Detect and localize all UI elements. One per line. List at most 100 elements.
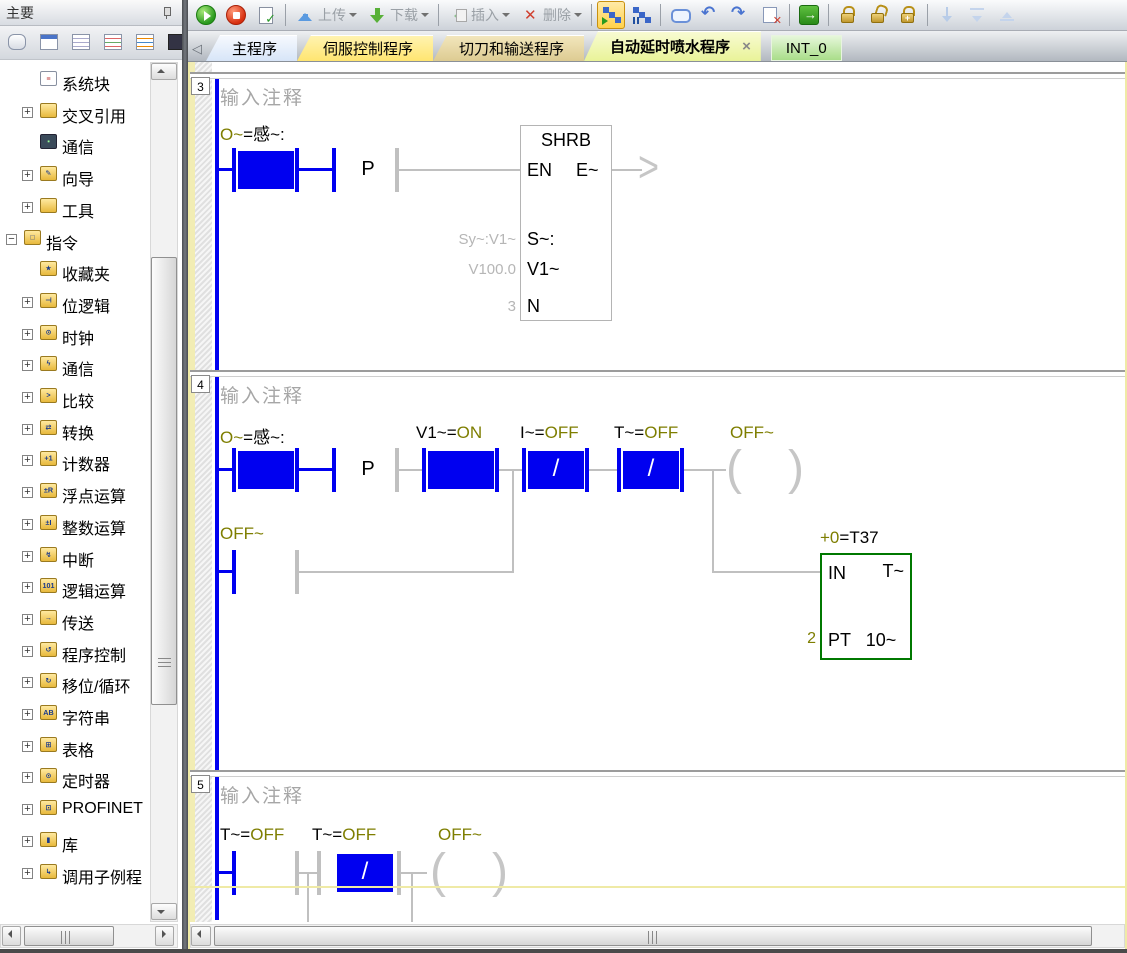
expand-icon[interactable]: + [22,582,33,593]
network-comment[interactable]: 输入注释 [220,381,304,408]
dropdown-arrow-icon[interactable] [349,13,357,21]
expand-icon[interactable]: + [22,487,33,498]
pin-icon[interactable] [162,7,172,19]
expand-icon[interactable]: + [22,836,33,847]
sidebar-item-cross-reference[interactable]: +交叉引用 [0,98,151,129]
contact-bar[interactable] [617,448,621,492]
network-number[interactable]: 5 [191,775,210,793]
run-button[interactable] [192,1,220,29]
sidebar-item-instructions[interactable]: −□指令 [0,225,151,256]
contact-bar[interactable] [332,148,336,192]
pause-program-status-button[interactable] [627,1,655,29]
tree-scroll-left-button[interactable] [2,926,21,946]
sidebar-item-communication[interactable]: ▪通信 [0,129,151,160]
expand-icon[interactable]: + [22,646,33,657]
sidebar-item-system-block[interactable]: ≡系统块 [0,66,151,97]
expand-icon[interactable]: + [22,329,33,340]
tab-cutter-conveyor[interactable]: 切刀和输送程序 [433,35,584,61]
editor-scroll-left-button[interactable] [191,926,211,946]
network-comment[interactable]: 输入注释 [220,83,304,110]
contact-bar[interactable] [422,448,426,492]
sidebar-item-clock[interactable]: +⊙时钟 [0,320,151,351]
tree-hscroll-thumb[interactable] [24,926,114,946]
network-comment[interactable]: 输入注释 [220,781,304,808]
contact-bar[interactable] [522,448,526,492]
expand-icon[interactable]: + [22,519,33,530]
sidebar-item-bit-logic[interactable]: +⊣位逻辑 [0,288,151,319]
no-contact[interactable] [238,151,294,189]
sidebar-item-string[interactable]: +AB字符串 [0,700,151,731]
expand-icon[interactable]: + [22,424,33,435]
close-tab-icon[interactable]: × [742,38,751,55]
tab-scroll-left-icon[interactable]: ◁ [188,37,206,61]
expand-icon[interactable]: + [22,297,33,308]
program-status-button[interactable] [597,1,625,29]
expand-icon[interactable]: + [22,455,33,466]
expand-icon[interactable]: + [22,614,33,625]
expand-icon[interactable]: + [22,804,33,815]
box-instruction-button[interactable] [666,1,694,29]
force-button[interactable] [795,1,823,29]
download-button[interactable]: 下载 [363,1,433,29]
sidebar-item-profinet[interactable]: +⊡PROFINET [0,795,151,826]
tab-auto-delay-spray[interactable]: 自动延时喷水程序× [584,31,761,61]
expand-icon[interactable]: + [22,772,33,783]
contact-bar[interactable] [232,448,236,492]
dropdown-arrow-icon[interactable] [574,13,582,21]
sidebar-item-floating-point-math[interactable]: +±R浮点运算 [0,478,151,509]
sidebar-item-table[interactable]: +⊞表格 [0,732,151,763]
sidebar-item-integer-math[interactable]: +±I整数运算 [0,510,151,541]
dropdown-arrow-icon[interactable] [421,13,429,21]
expand-icon[interactable]: + [22,392,33,403]
sidebar-item-program-control[interactable]: +↺程序控制 [0,637,151,668]
contact-bar[interactable] [317,851,321,895]
no-contact[interactable] [428,451,494,489]
sidebar-item-move[interactable]: +→传送 [0,605,151,636]
expand-icon[interactable]: + [22,170,33,181]
unlock-button[interactable] [864,1,892,29]
status-chart-icon[interactable] [99,29,127,57]
dropdown-arrow-icon[interactable] [502,13,510,21]
contact-bar[interactable] [232,550,236,594]
lock-add-button[interactable] [894,1,922,29]
sidebar-item-call-subroutines[interactable]: +↳调用子例程 [0,859,151,890]
contact-bar[interactable] [232,148,236,192]
tree-scroll-right-button[interactable] [155,926,174,946]
sidebar-item-logical-operations[interactable]: +101逻辑运算 [0,573,151,604]
sidebar-item-interrupt[interactable]: +↯中断 [0,542,151,573]
stop-button[interactable] [222,1,250,29]
tab-int-0[interactable]: INT_0 [771,35,842,61]
contact-bar[interactable] [232,851,236,895]
upload-button[interactable]: 上传 [291,1,361,29]
expand-icon[interactable]: + [22,551,33,562]
expand-icon[interactable]: + [22,868,33,879]
expand-icon[interactable]: + [22,741,33,752]
delete-button[interactable]: 删除 [516,1,586,29]
compile-button[interactable] [252,1,280,29]
sidebar-item-wizard[interactable]: +✎向导 [0,161,151,192]
editor-hscroll-thumb[interactable] [214,926,1092,946]
expand-icon[interactable]: + [22,360,33,371]
tree-scroll-up-button[interactable] [151,63,177,80]
tree-vscroll-thumb[interactable] [151,257,177,705]
tab-main-program[interactable]: 主程序 [206,35,297,61]
nc-contact[interactable]: / [528,451,584,489]
expand-icon[interactable]: + [22,107,33,118]
tab-servo-control[interactable]: 伺服控制程序 [297,35,433,61]
insert-down-branch-button[interactable] [963,1,991,29]
sidebar-item-convert[interactable]: +⇄转换 [0,415,151,446]
name-tag-icon[interactable] [3,29,31,57]
insert-branch-button[interactable] [933,1,961,29]
sidebar-item-communications[interactable]: +ϟ通信 [0,351,151,382]
sidebar-item-shift-rotate[interactable]: +↻移位/循环 [0,668,151,699]
sidebar-item-counters[interactable]: ++1计数器 [0,446,151,477]
data-block-icon[interactable] [67,29,95,57]
network-number[interactable]: 3 [191,77,210,95]
insert-up-branch-button[interactable] [993,1,1021,29]
expand-icon[interactable]: + [22,709,33,720]
insert-button[interactable]: 插入 [444,1,514,29]
expand-icon[interactable]: + [22,202,33,213]
symbol-table-icon[interactable] [35,29,63,57]
sidebar-item-timers[interactable]: +⊙定时器 [0,763,151,794]
nc-contact[interactable]: / [623,451,679,489]
